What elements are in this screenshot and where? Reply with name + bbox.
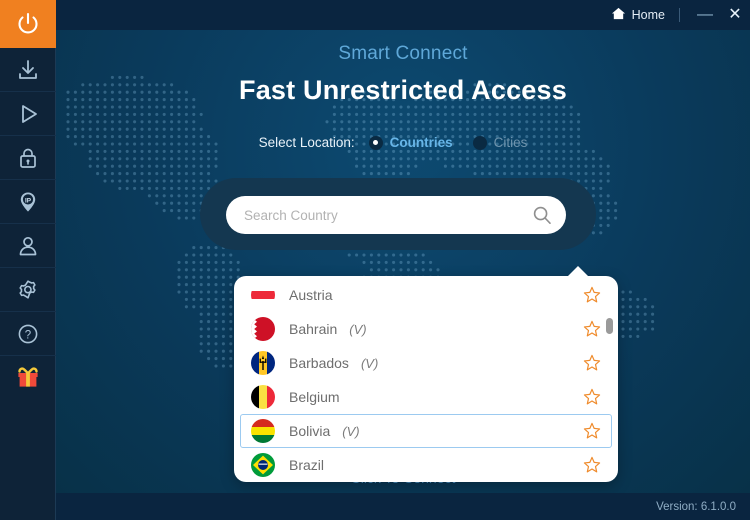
- country-name: Belgium: [289, 389, 340, 405]
- country-row[interactable]: Belgium: [240, 380, 612, 414]
- smart-connect-title: Smart Connect: [338, 43, 468, 64]
- country-name: Barbados: [289, 355, 349, 371]
- power-icon: [15, 11, 41, 37]
- virtual-location-marker: (V): [360, 355, 379, 371]
- titlebar-divider: [679, 8, 680, 22]
- lock-icon: [16, 146, 40, 170]
- sidebar-item-account[interactable]: [0, 224, 56, 268]
- country-dropdown: Austria Bahrain (V) Barbados (V) Belgium Boliv…: [234, 276, 618, 482]
- sidebar-item-power[interactable]: [0, 0, 56, 48]
- favorite-star-icon[interactable]: [583, 286, 601, 304]
- question-icon: ?: [16, 322, 40, 346]
- sidebar-item-download[interactable]: [0, 48, 56, 92]
- vpn-app-window: IP ? Home — ✕ Smart Connect Fast Unrestr…: [0, 0, 750, 520]
- version-label: Version: 6.1.0.0: [656, 500, 736, 513]
- sidebar-rail: IP ?: [0, 0, 56, 520]
- user-icon: [16, 234, 40, 258]
- main-panel: Smart Connect Fast Unrestricted Access S…: [56, 30, 750, 493]
- favorite-star-icon[interactable]: [583, 388, 601, 406]
- home-icon: [611, 6, 626, 24]
- sidebar-item-settings[interactable]: [0, 268, 56, 312]
- sidebar-item-help[interactable]: ?: [0, 312, 56, 356]
- search-icon[interactable]: [532, 205, 552, 225]
- svg-text:IP: IP: [25, 197, 32, 204]
- page-title: Fast Unrestricted Access: [239, 75, 567, 105]
- favorite-star-icon[interactable]: [583, 354, 601, 372]
- flag-icon: [251, 283, 275, 307]
- sidebar-item-lock[interactable]: [0, 136, 56, 180]
- flag-icon: [251, 453, 275, 477]
- country-name: Brazil: [289, 457, 325, 473]
- download-icon: [16, 58, 40, 82]
- sidebar-item-ip[interactable]: IP: [0, 180, 56, 224]
- flag-icon: [251, 385, 275, 409]
- dropdown-scrollbar-track[interactable]: [606, 282, 613, 478]
- flag-icon: [251, 419, 275, 443]
- flag-icon: [251, 351, 275, 375]
- favorite-star-icon[interactable]: [583, 422, 601, 440]
- favorite-star-icon[interactable]: [583, 320, 601, 338]
- radio-cities[interactable]: Cities: [472, 135, 528, 150]
- country-row[interactable]: Bahrain (V): [240, 312, 612, 346]
- play-icon: [16, 102, 40, 126]
- country-row[interactable]: Brazil: [240, 448, 612, 482]
- home-label: Home: [631, 8, 665, 22]
- location-type-selector: Select Location: Countries Cities: [56, 135, 750, 150]
- virtual-location-marker: (V): [342, 423, 360, 439]
- search-input[interactable]: [244, 207, 532, 223]
- dropdown-scrollbar-thumb[interactable]: [606, 318, 613, 334]
- flag-icon: [251, 317, 275, 341]
- country-row[interactable]: Bolivia (V): [240, 414, 612, 448]
- favorite-star-icon[interactable]: [583, 456, 601, 474]
- radio-countries-label: Countries: [389, 135, 453, 150]
- country-name: Bahrain: [289, 321, 338, 337]
- close-button[interactable]: ✕: [720, 2, 750, 28]
- radio-cities-label: Cities: [493, 135, 528, 150]
- country-name: Austria: [289, 287, 333, 303]
- country-row[interactable]: Barbados (V): [240, 346, 612, 380]
- sidebar-item-gift[interactable]: [0, 356, 56, 400]
- minimize-button[interactable]: —: [690, 2, 720, 28]
- search-box[interactable]: [226, 196, 566, 234]
- virtual-location-marker: (V): [349, 321, 367, 337]
- dropdown-caret: [567, 266, 589, 277]
- radio-countries[interactable]: Countries: [368, 135, 453, 150]
- home-button[interactable]: Home: [603, 6, 673, 24]
- radio-countries-dot: [368, 135, 383, 150]
- gift-icon: [15, 365, 41, 391]
- country-name: Bolivia: [289, 423, 331, 439]
- country-list[interactable]: Austria Bahrain (V) Barbados (V) Belgium Boliv…: [234, 276, 618, 482]
- country-row[interactable]: Austria: [240, 278, 612, 312]
- sidebar-empty-space: [0, 400, 55, 520]
- radio-cities-dot: [472, 135, 487, 150]
- title-bar: Home — ✕: [56, 0, 750, 30]
- select-location-label: Select Location:: [258, 135, 355, 150]
- footer-bar: Version: 6.1.0.0: [56, 493, 750, 520]
- ip-pin-icon: IP: [16, 190, 40, 214]
- svg-text:?: ?: [25, 329, 31, 341]
- sidebar-item-play[interactable]: [0, 92, 56, 136]
- gear-icon: [16, 278, 40, 302]
